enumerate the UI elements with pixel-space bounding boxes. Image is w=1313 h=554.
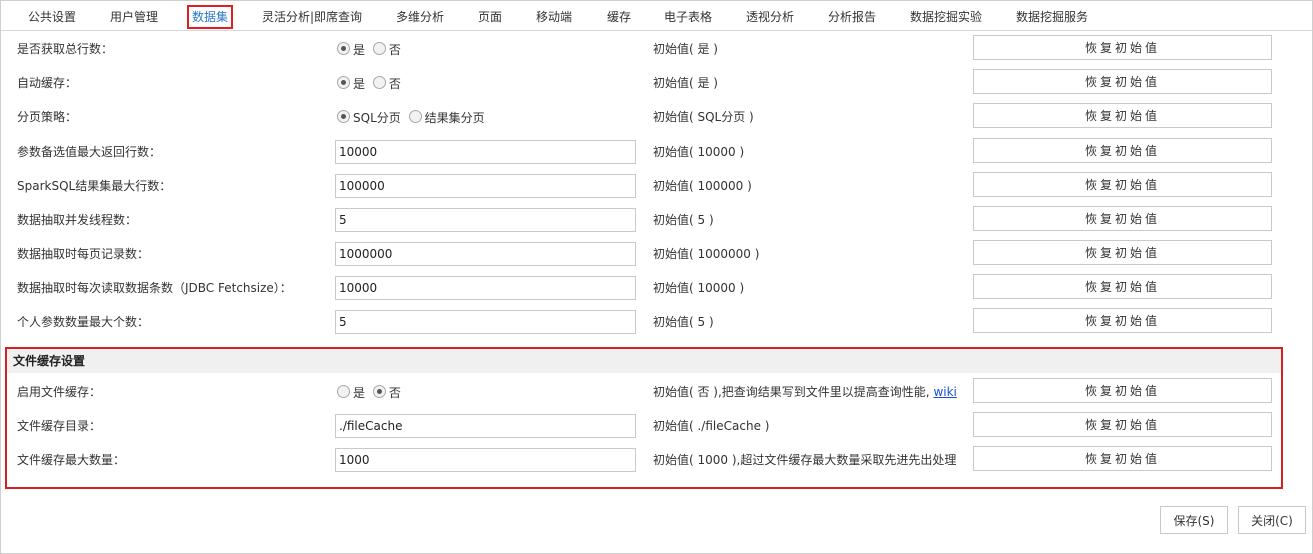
radio-yes-label: 是 bbox=[353, 76, 366, 91]
radio-yes[interactable] bbox=[337, 385, 350, 398]
radio-no[interactable] bbox=[372, 385, 386, 398]
setting-row-personal-params-max: 个人参数数量最大个数： 初始值( 5 ) 恢复初始值 bbox=[1, 305, 1312, 339]
radio-no-label: 否 bbox=[388, 76, 401, 91]
tab-analysis-report[interactable]: 分析报告 bbox=[828, 8, 876, 26]
wiki-link[interactable]: wiki bbox=[933, 385, 956, 399]
tab-data-mining-experiment[interactable]: 数据挖掘实验 bbox=[910, 8, 982, 26]
setting-label: 是否获取总行数： bbox=[17, 42, 114, 56]
restore-default-button[interactable]: 恢复初始值 bbox=[973, 103, 1272, 128]
tab-user-management[interactable]: 用户管理 bbox=[110, 8, 158, 26]
setting-label: 个人参数数量最大个数： bbox=[17, 315, 150, 329]
setting-row-enable-file-cache: 启用文件缓存： 是 否 初始值( 否 ),把查询结果写到文件里以提高查询性能, … bbox=[1, 375, 1312, 409]
close-button[interactable]: 关闭(C) bbox=[1238, 506, 1306, 534]
restore-default-button[interactable]: 恢复初始值 bbox=[973, 206, 1272, 231]
radio-yes-label: 是 bbox=[353, 42, 366, 57]
radio-yes[interactable] bbox=[337, 76, 350, 89]
setting-row-file-cache-dir: 文件缓存目录： 初始值( ./fileCache ) 恢复初始值 bbox=[1, 409, 1312, 443]
setting-row-file-cache-max: 文件缓存最大数量： 初始值( 1000 ),超过文件缓存最大数量采取先进先出处理… bbox=[1, 443, 1312, 477]
restore-default-button[interactable]: 恢复初始值 bbox=[973, 446, 1272, 471]
radio-yes-label: 是 bbox=[353, 385, 366, 400]
radio-group: 是 否 bbox=[337, 384, 405, 400]
tab-cache[interactable]: 缓存 bbox=[607, 8, 631, 26]
restore-default-button[interactable]: 恢复初始值 bbox=[973, 240, 1272, 265]
tab-mobile[interactable]: 移动端 bbox=[536, 8, 572, 26]
param-max-rows-input[interactable] bbox=[335, 140, 636, 164]
sparksql-max-rows-input[interactable] bbox=[335, 174, 636, 198]
save-button[interactable]: 保存(S) bbox=[1160, 506, 1228, 534]
restore-default-button[interactable]: 恢复初始值 bbox=[973, 35, 1272, 60]
restore-default-button[interactable]: 恢复初始值 bbox=[973, 378, 1272, 403]
initial-value: 初始值( 1000000 ) bbox=[653, 247, 760, 261]
section-header: 文件缓存设置 bbox=[7, 349, 1281, 373]
personal-params-max-input[interactable] bbox=[335, 310, 636, 334]
radio-no-label: 否 bbox=[388, 42, 401, 57]
setting-row-extract-page-records: 数据抽取时每页记录数： 初始值( 1000000 ) 恢复初始值 bbox=[1, 237, 1312, 271]
initial-value: 初始值( 100000 ) bbox=[653, 179, 752, 193]
setting-label: 文件缓存最大数量： bbox=[17, 453, 126, 467]
radio-resultset-paging[interactable] bbox=[408, 110, 422, 123]
initial-value: 初始值( 是 ) bbox=[653, 42, 718, 56]
initial-value: 初始值( 是 ) bbox=[653, 76, 718, 90]
tab-dataset[interactable]: 数据集 bbox=[187, 5, 234, 29]
radio-no-label: 否 bbox=[388, 385, 401, 400]
initial-value: 初始值( 5 ) bbox=[653, 315, 714, 329]
initial-value: 初始值( SQL分页 ) bbox=[653, 110, 754, 124]
section-title: 文件缓存设置 bbox=[13, 354, 86, 368]
restore-default-button[interactable]: 恢复初始值 bbox=[973, 308, 1272, 333]
setting-label: 数据抽取时每次读取数据条数（JDBC Fetchsize）： bbox=[17, 281, 292, 295]
setting-row-paging: 分页策略： SQL分页 结果集分页 初始值( SQL分页 ) 恢复初始值 bbox=[1, 100, 1312, 134]
initial-value-text: 初始值( 否 ),把查询结果写到文件里以提高查询性能, bbox=[653, 385, 930, 399]
restore-default-button[interactable]: 恢复初始值 bbox=[973, 138, 1272, 163]
restore-default-button[interactable]: 恢复初始值 bbox=[973, 69, 1272, 94]
restore-default-button[interactable]: 恢复初始值 bbox=[973, 412, 1272, 437]
radio-group: SQL分页 结果集分页 bbox=[337, 109, 489, 125]
file-cache-max-input[interactable] bbox=[335, 448, 636, 472]
settings-window: 公共设置 用户管理 数据集 灵活分析|即席查询 多维分析 页面 移动端 缓存 电… bbox=[0, 0, 1313, 554]
tab-data-mining-service[interactable]: 数据挖掘服务 bbox=[1016, 8, 1088, 26]
restore-default-button[interactable]: 恢复初始值 bbox=[973, 274, 1272, 299]
tab-multidimensional-analysis[interactable]: 多维分析 bbox=[396, 8, 444, 26]
radio-sql-paging-label: SQL分页 bbox=[353, 110, 401, 125]
radio-no[interactable] bbox=[372, 42, 386, 55]
setting-label: 数据抽取时每页记录数： bbox=[17, 247, 150, 261]
setting-label: 启用文件缓存： bbox=[17, 385, 102, 399]
setting-label: 参数备选值最大返回行数： bbox=[17, 145, 162, 159]
file-cache-dir-input[interactable] bbox=[335, 414, 636, 438]
tab-bar: 公共设置 用户管理 数据集 灵活分析|即席查询 多维分析 页面 移动端 缓存 电… bbox=[1, 1, 1312, 31]
radio-sql-paging[interactable] bbox=[337, 110, 350, 123]
setting-label: 自动缓存： bbox=[17, 76, 78, 90]
setting-label: SparkSQL结果集最大行数： bbox=[17, 179, 172, 193]
tab-public-settings[interactable]: 公共设置 bbox=[28, 8, 76, 26]
setting-row-auto-cache: 自动缓存： 是 否 初始值( 是 ) 恢复初始值 bbox=[1, 66, 1312, 100]
radio-no[interactable] bbox=[372, 76, 386, 89]
radio-group: 是 否 bbox=[337, 75, 405, 91]
tab-spreadsheet[interactable]: 电子表格 bbox=[664, 8, 712, 26]
initial-value: 初始值( ./fileCache ) bbox=[653, 419, 770, 433]
initial-value: 初始值( 1000 ),超过文件缓存最大数量采取先进先出处理 bbox=[653, 453, 957, 467]
setting-row-sparksql-max-rows: SparkSQL结果集最大行数： 初始值( 100000 ) 恢复初始值 bbox=[1, 169, 1312, 203]
setting-row-fetchsize: 数据抽取时每次读取数据条数（JDBC Fetchsize）： 初始值( 1000… bbox=[1, 271, 1312, 305]
setting-row-total-rows: 是否获取总行数： 是 否 初始值( 是 ) 恢复初始值 bbox=[1, 32, 1312, 66]
fetchsize-input[interactable] bbox=[335, 276, 636, 300]
radio-yes[interactable] bbox=[337, 42, 350, 55]
tab-pivot-analysis[interactable]: 透视分析 bbox=[746, 8, 794, 26]
setting-row-param-max-rows: 参数备选值最大返回行数： 初始值( 10000 ) 恢复初始值 bbox=[1, 135, 1312, 169]
initial-value: 初始值( 10000 ) bbox=[653, 145, 745, 159]
initial-value: 初始值( 否 ),把查询结果写到文件里以提高查询性能, wiki bbox=[653, 384, 957, 400]
setting-label: 数据抽取并发线程数： bbox=[17, 213, 138, 227]
tab-page[interactable]: 页面 bbox=[478, 8, 502, 26]
tab-flexible-analysis[interactable]: 灵活分析|即席查询 bbox=[262, 8, 362, 26]
setting-row-extract-threads: 数据抽取并发线程数： 初始值( 5 ) 恢复初始值 bbox=[1, 203, 1312, 237]
setting-label: 文件缓存目录： bbox=[17, 419, 102, 433]
radio-resultset-paging-label: 结果集分页 bbox=[424, 110, 485, 125]
extract-page-records-input[interactable] bbox=[335, 242, 636, 266]
setting-label: 分页策略： bbox=[17, 110, 78, 124]
radio-group: 是 否 bbox=[337, 41, 405, 57]
restore-default-button[interactable]: 恢复初始值 bbox=[973, 172, 1272, 197]
extract-threads-input[interactable] bbox=[335, 208, 636, 232]
initial-value: 初始值( 10000 ) bbox=[653, 281, 745, 295]
initial-value: 初始值( 5 ) bbox=[653, 213, 714, 227]
